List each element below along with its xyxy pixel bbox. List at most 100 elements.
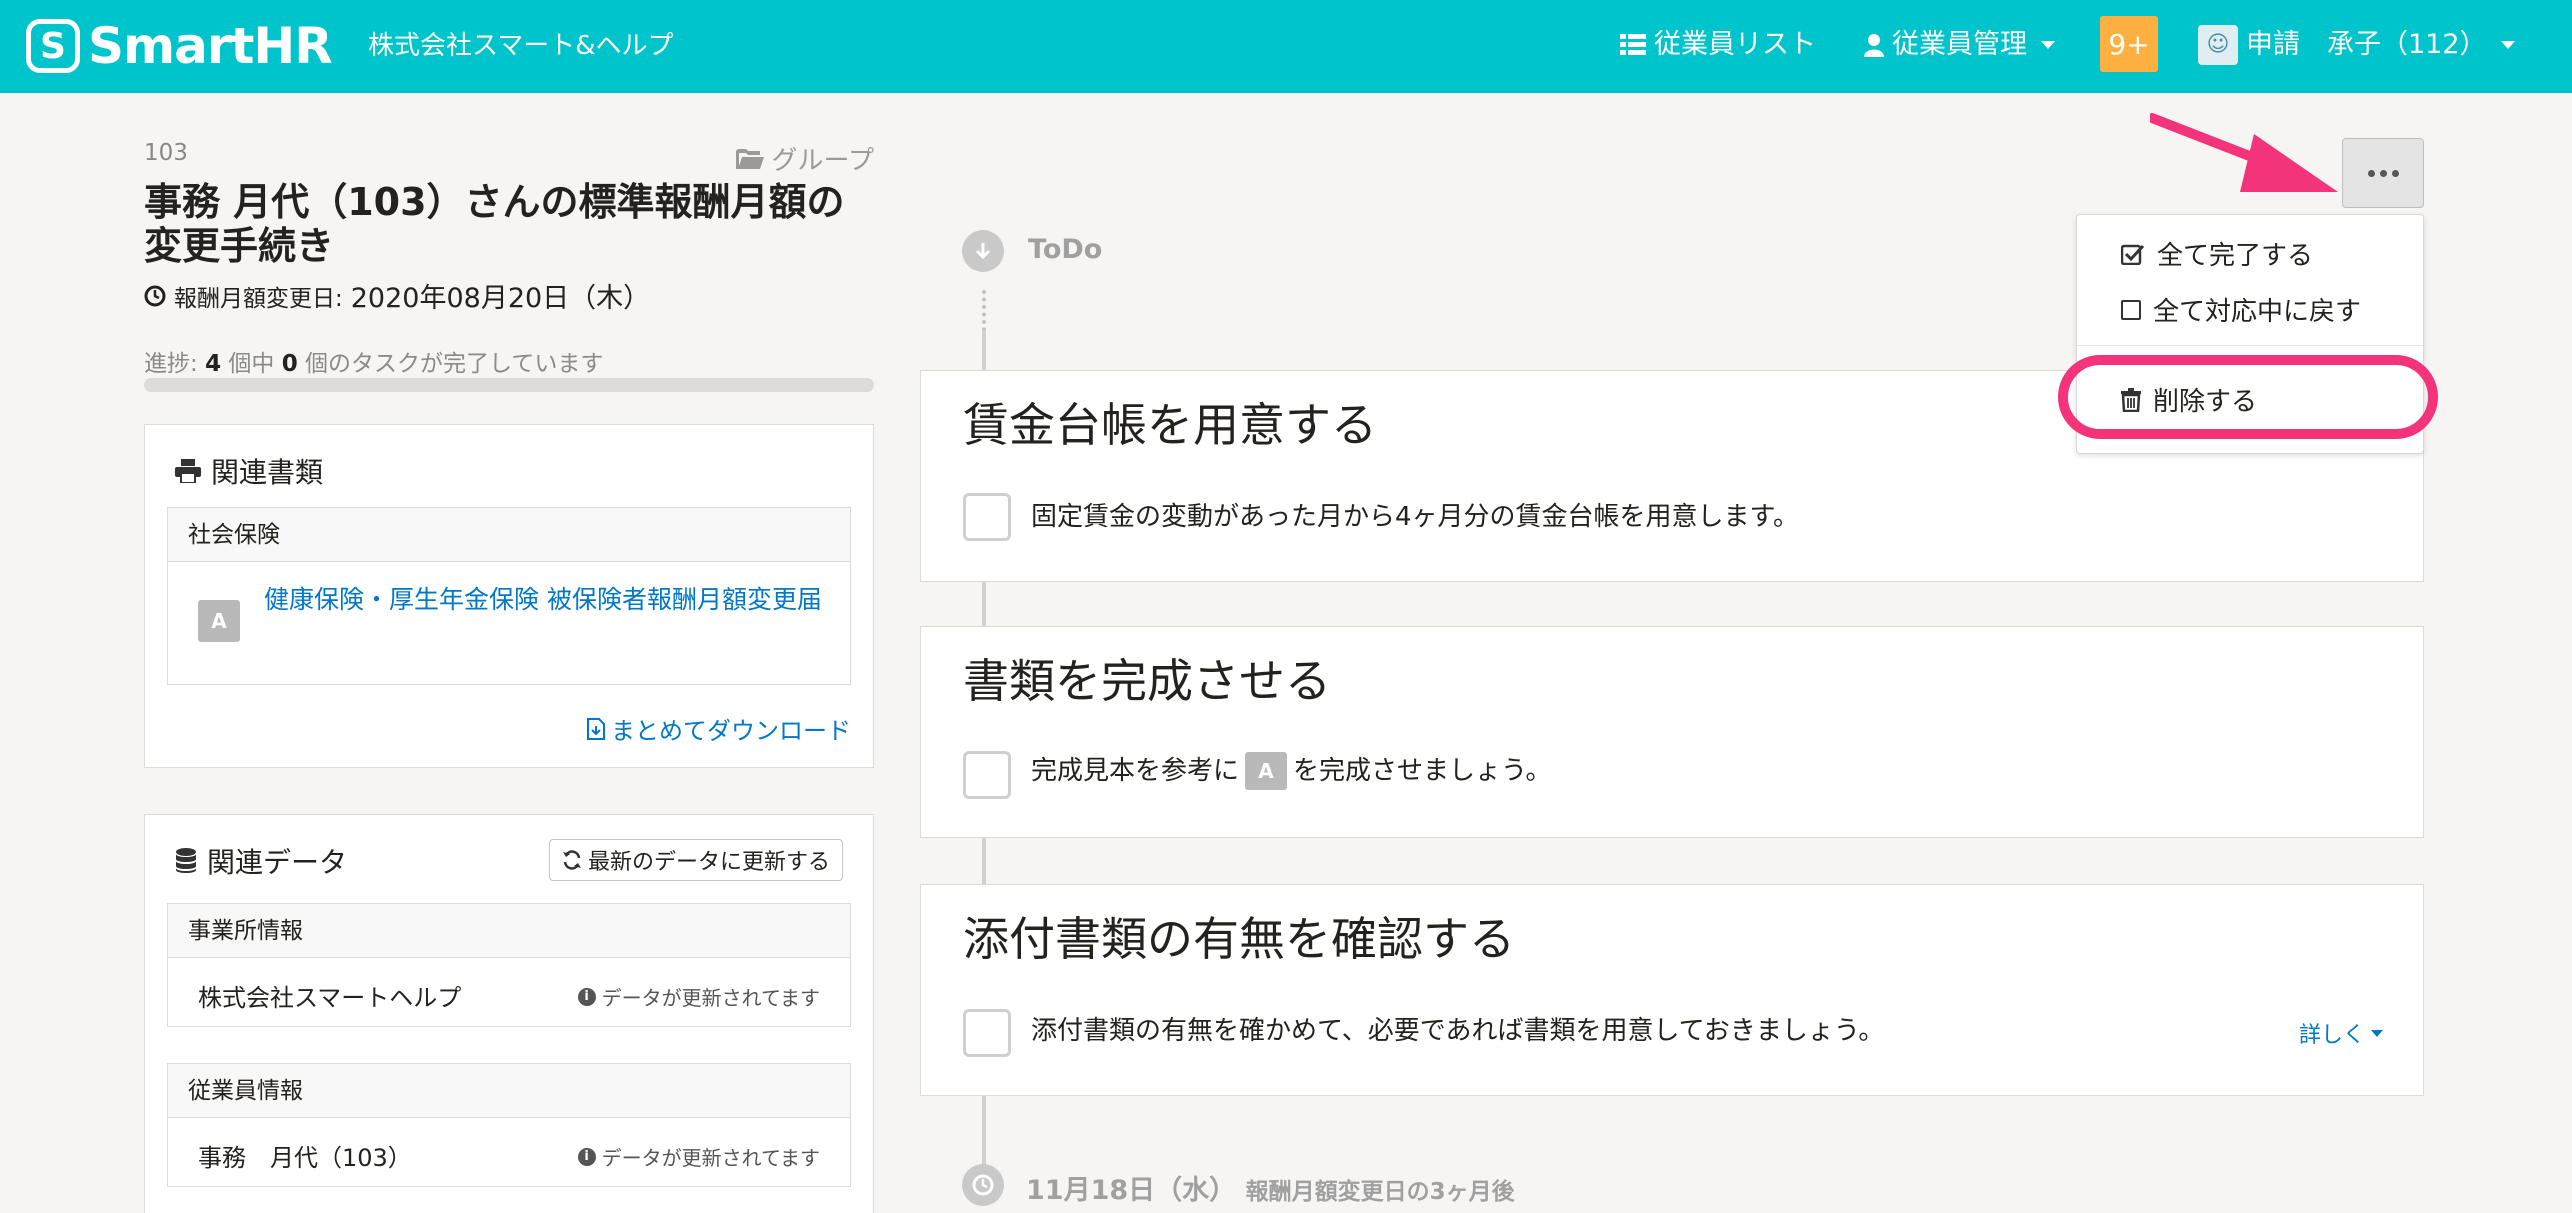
employee-info-note-text: データが更新されてます	[601, 1146, 820, 1170]
progress-total: 4	[205, 351, 222, 377]
nav-employee-list[interactable]: 従業員リスト	[1620, 24, 1816, 66]
change-date-value: 2020年08月20日（木）	[350, 283, 651, 314]
office-info-note-text: データが更新されてます	[601, 986, 820, 1010]
related-data-label: 関連データ	[207, 846, 348, 879]
details-label: 詳しく	[2298, 1023, 2365, 1048]
company-name: 株式会社スマート&ヘルプ	[368, 31, 674, 61]
chevron-down-icon	[2371, 1029, 2383, 1037]
nav-employee-manage-label: 従業員管理	[1892, 29, 2027, 60]
progress-done: 0	[281, 351, 298, 377]
notification-badge[interactable]: 9+	[2100, 16, 2158, 72]
task-card: 添付書類の有無を確認する 添付書類の有無を確かめて、必要であれば書類を用意してお…	[920, 884, 2424, 1096]
task-description: 完成見本を参考に A を完成させましょう。	[1031, 751, 1551, 791]
employee-info-box: 従業員情報 事務 月代（103） i データが更新されてます	[167, 1063, 851, 1187]
progress-mid: 個中	[228, 351, 275, 377]
task-title: 書類を完成させる	[963, 654, 1331, 708]
change-date: 報酬月額変更日: 2020年08月20日（木）	[144, 276, 650, 315]
employee-info-note: i データが更新されてます	[577, 1142, 820, 1171]
task-title: 添付書類の有無を確認する	[963, 912, 1515, 966]
progress-suffix: 個のタスクが完了しています	[305, 351, 604, 377]
more-actions-button[interactable]	[2342, 138, 2424, 208]
related-documents-label: 関連書類	[211, 456, 324, 489]
task-description-after: を完成させましょう。	[1293, 756, 1552, 786]
task-title: 賃金台帳を用意する	[963, 398, 1377, 452]
chevron-down-icon	[2500, 41, 2515, 49]
top-header: S SmartHR 株式会社スマート&ヘルプ 従業員リスト 従業員管理 9+ ☺…	[0, 0, 2572, 93]
square-icon	[2121, 299, 2141, 320]
nav-employee-manage[interactable]: 従業員管理	[1864, 24, 2055, 66]
printer-icon	[175, 459, 201, 483]
ellipsis-icon	[2367, 169, 2399, 177]
database-icon	[176, 848, 196, 873]
list-icon	[1620, 34, 1646, 55]
menu-revert-all[interactable]: 全て対応中に戻す	[2121, 291, 2361, 328]
milestone-note: 報酬月額変更日の3ヶ月後	[1245, 1179, 1515, 1205]
refresh-icon	[562, 850, 581, 870]
related-data-card: 関連データ 最新のデータに更新する 事業所情報 株式会社スマートヘルプ i デー…	[144, 814, 874, 1213]
document-row: A 健康保険・厚生年金保険 被保険者報酬月額変更届	[168, 562, 850, 684]
refresh-data-button[interactable]: 最新のデータに更新する	[548, 839, 843, 881]
nav-employee-list-label: 従業員リスト	[1654, 29, 1816, 60]
logo-mark: S	[26, 19, 80, 73]
task-description-before: 完成見本を参考に	[1031, 756, 1240, 786]
chevron-down-icon	[2041, 41, 2055, 49]
arrow-down-circle-icon	[962, 230, 1004, 272]
file-download-icon	[587, 717, 605, 740]
progress-prefix: 進捗:	[144, 351, 198, 377]
milestone-label: 11月18日（水） 報酬月額変更日の3ヶ月後	[1026, 1168, 1515, 1207]
user-menu[interactable]: ☺ 申請 承子（112）	[2198, 24, 2515, 66]
avatar: ☺	[2198, 25, 2238, 65]
user-name: 申請 承子（112）	[2246, 29, 2487, 60]
group-link[interactable]: グループ	[735, 140, 874, 177]
employee-info-value: 事務 月代（103）	[198, 1144, 412, 1172]
social-insurance-box: 社会保険 A 健康保険・厚生年金保険 被保険者報酬月額変更届	[167, 507, 851, 685]
related-documents-title: 関連書類	[175, 451, 323, 491]
related-data-title: 関連データ	[175, 841, 347, 881]
progress-bar	[144, 378, 874, 392]
info-icon: i	[577, 1147, 596, 1166]
annotation-highlight	[2058, 355, 2438, 439]
clock-circle-icon	[962, 1164, 1004, 1206]
office-info-heading: 事業所情報	[168, 904, 850, 958]
change-date-label: 報酬月額変更日:	[174, 285, 343, 312]
menu-complete-all-label: 全て完了する	[2157, 241, 2314, 271]
task-card: 書類を完成させる 完成見本を参考に A を完成させましょう。	[920, 626, 2424, 838]
group-label: グループ	[771, 146, 874, 176]
todo-label: ToDo	[1028, 234, 1103, 265]
task-description: 固定賃金の変動があった月から4ヶ月分の賃金台帳を用意します。	[1031, 502, 1799, 532]
refresh-data-label: 最新のデータに更新する	[587, 850, 830, 875]
related-documents-card: 関連書類 社会保険 A 健康保険・厚生年金保険 被保険者報酬月額変更届 まとめて…	[144, 424, 874, 768]
document-badge[interactable]: A	[1245, 752, 1288, 790]
check-square-icon	[2121, 244, 2145, 265]
menu-divider	[2077, 345, 2423, 346]
task-checkbox[interactable]	[963, 1009, 1011, 1057]
user-icon	[1864, 34, 1884, 57]
details-toggle[interactable]: 詳しく	[2299, 1017, 2383, 1049]
bulk-download-label: まとめてダウンロード	[611, 717, 851, 745]
document-link[interactable]: 健康保険・厚生年金保険 被保険者報酬月額変更届	[264, 580, 834, 620]
employee-info-heading: 従業員情報	[168, 1064, 850, 1118]
logo-text: SmartHR	[88, 17, 333, 75]
page-title: 事務 月代（103）さんの標準報酬月額の変更手続き	[144, 180, 845, 268]
employee-info-row: 事務 月代（103） i データが更新されてます	[168, 1118, 850, 1186]
annotation-arrow-icon	[2150, 113, 2338, 192]
folder-icon	[735, 148, 764, 169]
milestone-date: 11月18日（水）	[1026, 1175, 1237, 1206]
menu-complete-all[interactable]: 全て完了する	[2121, 235, 2313, 272]
employee-number: 103	[144, 140, 188, 166]
clock-icon	[144, 285, 166, 306]
office-info-box: 事業所情報 株式会社スマートヘルプ i データが更新されてます	[167, 903, 851, 1027]
office-info-value: 株式会社スマートヘルプ	[198, 984, 462, 1012]
bulk-download-link[interactable]: まとめてダウンロード	[587, 711, 851, 746]
office-info-note: i データが更新されてます	[577, 982, 820, 1011]
document-badge: A	[198, 600, 240, 642]
task-checkbox[interactable]	[963, 751, 1011, 799]
task-checkbox[interactable]	[963, 493, 1011, 541]
info-icon: i	[577, 987, 596, 1006]
office-info-row: 株式会社スマートヘルプ i データが更新されてます	[168, 958, 850, 1026]
task-description: 添付書類の有無を確かめて、必要であれば書類を用意しておきましょう。	[1031, 1016, 1885, 1046]
menu-revert-all-label: 全て対応中に戻す	[2153, 297, 2362, 327]
social-insurance-heading: 社会保険	[168, 508, 850, 562]
progress-text: 進捗: 4 個中 0 個のタスクが完了しています	[144, 344, 603, 378]
smarthr-logo[interactable]: S SmartHR	[26, 16, 333, 76]
